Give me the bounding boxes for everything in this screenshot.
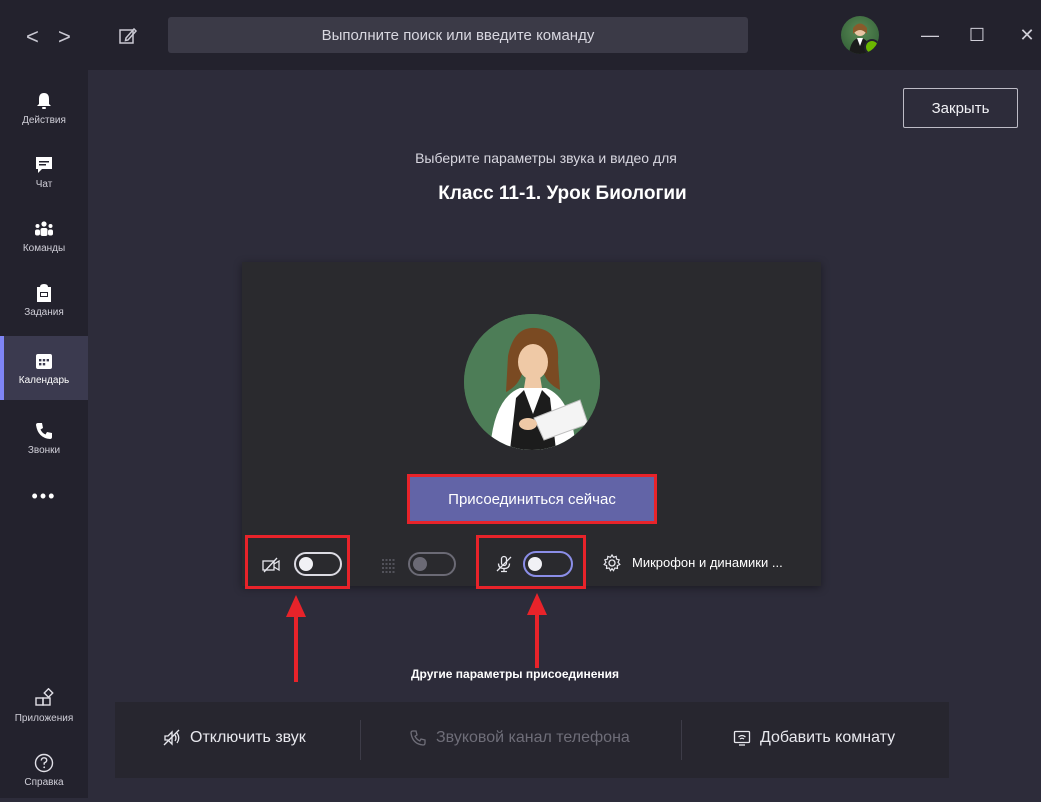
title-bar: < > Выполните поиск или введите команду … <box>0 0 1041 70</box>
calendar-icon <box>36 354 52 369</box>
close-window-button[interactable]: ✕ <box>1010 18 1041 52</box>
rail-label-apps: Приложения <box>14 713 74 724</box>
meeting-title: Класс 11-1. Урок Биологии <box>438 183 687 204</box>
participant-avatar <box>464 314 600 450</box>
rail-item-activity[interactable]: Действия <box>0 76 88 140</box>
forward-button[interactable]: > <box>58 24 71 50</box>
participant-photo-icon <box>464 314 600 450</box>
devices-settings-link[interactable]: Микрофон и динамики ... <box>632 555 783 570</box>
prejoin-subtitle: Выберите параметры звука и видео для <box>415 150 677 166</box>
mute-audio-option[interactable]: Отключить звук <box>162 728 306 748</box>
add-room-option[interactable]: Добавить комнату <box>732 728 895 748</box>
rail-item-teams[interactable]: Команды <box>0 204 88 268</box>
cast-room-icon <box>733 730 751 746</box>
maximize-button[interactable]: ☐ <box>960 18 994 52</box>
more-icon: ••• <box>31 485 57 506</box>
rail-label-calls: Звонки <box>27 445 61 456</box>
other-join-options-label: Другие параметры присоединения <box>411 667 620 681</box>
toggle-knob <box>528 557 542 571</box>
annotation-arrow-camera-shaft <box>294 614 298 682</box>
app-bar: Действия Чат Команды Задания Календарь З… <box>0 70 88 798</box>
presence-status-icon <box>864 39 879 54</box>
search-placeholder: Выполните поиск или введите команду <box>321 26 595 44</box>
apps-icon <box>35 688 54 706</box>
rail-item-help[interactable]: Справка <box>0 738 88 802</box>
separator <box>360 720 361 760</box>
separator <box>681 720 682 760</box>
background-effects-toggle[interactable] <box>408 552 456 576</box>
rail-label-activity: Действия <box>22 115 66 126</box>
camera-toggle[interactable] <box>294 552 342 576</box>
phone-audio-label: Звуковой канал телефона <box>436 729 630 746</box>
toggle-knob <box>299 557 313 571</box>
background-blur-icon <box>382 559 396 573</box>
phone-icon <box>410 730 426 746</box>
join-now-button[interactable]: Присоединиться сейчас <box>410 477 654 521</box>
join-options-bar: Отключить звук Звуковой канал телефона Д… <box>115 702 949 778</box>
rail-label-teams: Команды <box>22 243 66 254</box>
phone-audio-option[interactable]: Звуковой канал телефона <box>408 728 630 748</box>
search-input[interactable]: Выполните поиск или введите команду <box>168 17 748 53</box>
rail-item-apps[interactable]: Приложения <box>0 674 88 738</box>
phone-icon <box>36 423 52 439</box>
add-room-label: Добавить комнату <box>760 729 896 746</box>
video-preview-panel: Присоединиться сейчас Микрофон и динамик… <box>242 262 821 589</box>
compose-icon[interactable] <box>118 26 138 46</box>
toggle-knob <box>413 557 427 571</box>
annotation-arrow-microphone-shaft <box>535 612 539 668</box>
speaker-off-icon <box>163 729 180 746</box>
help-icon <box>34 753 54 773</box>
rail-item-calendar[interactable]: Календарь <box>0 336 88 400</box>
rail-item-calls[interactable]: Звонки <box>0 406 88 470</box>
user-avatar[interactable] <box>841 16 879 54</box>
minimize-button[interactable]: — <box>913 18 947 52</box>
camera-off-icon <box>262 557 280 573</box>
rail-item-assignments[interactable]: Задания <box>0 268 88 332</box>
microphone-toggle[interactable] <box>523 551 573 577</box>
back-button[interactable]: < <box>26 24 39 50</box>
close-button[interactable]: Закрыть <box>903 88 1018 128</box>
microphone-off-icon <box>496 555 512 573</box>
mute-audio-label: Отключить звук <box>190 729 306 746</box>
assignments-icon <box>37 284 51 302</box>
rail-more-button[interactable]: ••• <box>0 476 88 516</box>
teams-icon <box>35 221 53 236</box>
bell-icon <box>37 93 51 109</box>
rail-label-assignments: Задания <box>24 307 64 318</box>
rail-label-calendar: Календарь <box>18 375 70 386</box>
settings-gear-icon[interactable] <box>602 553 622 573</box>
rail-label-help: Справка <box>24 777 64 788</box>
